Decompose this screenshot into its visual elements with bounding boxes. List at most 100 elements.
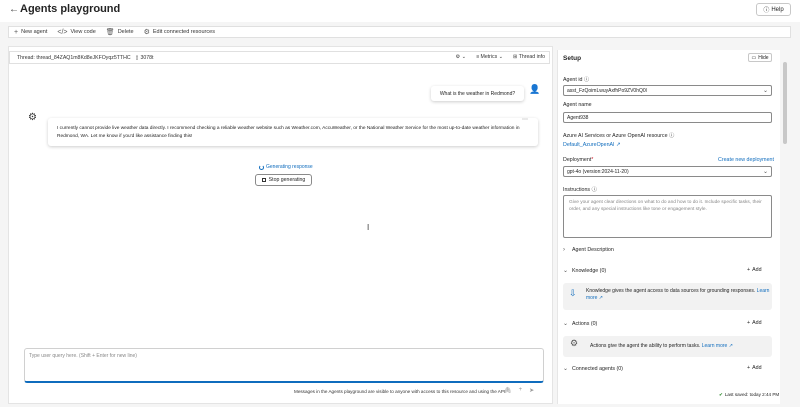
- actions-add-button[interactable]: + Add: [747, 320, 762, 326]
- agent-description-label: Agent Description: [572, 247, 614, 253]
- code-icon: </>: [57, 28, 68, 36]
- instructions-label-text: Instructions: [563, 187, 591, 193]
- agent-id-label: Agent id ⓘ: [563, 75, 589, 83]
- instructions-textarea[interactable]: Give your agent clear directions on what…: [563, 195, 772, 238]
- attach-icon[interactable]: 🖇: [504, 387, 512, 394]
- deployment-value: gpt-4o (version:2024-11-20): [567, 169, 629, 175]
- knowledge-section[interactable]: ⌄ Knowledge (0): [563, 267, 772, 275]
- token-icon: ▯: [135, 54, 139, 61]
- required-marker: *: [591, 157, 594, 163]
- create-deployment-link[interactable]: Create new deployment: [718, 157, 774, 163]
- stop-generating-button[interactable]: Stop generating: [255, 174, 312, 186]
- agent-message: I currently cannot provide live weather …: [48, 118, 538, 146]
- chevron-right-icon: ›: [563, 247, 565, 253]
- chat-input-placeholder: Type user query here. (Shift + Enter for…: [29, 353, 137, 359]
- visibility-footnote: Messages in the Agents playground are vi…: [294, 389, 507, 394]
- generating-label: Generating response: [266, 164, 313, 170]
- edit-resources-button[interactable]: ⚙ Edit connected resources: [144, 28, 215, 36]
- actions-label: Actions (0): [572, 320, 598, 327]
- delete-label: Delete: [117, 29, 134, 35]
- setup-title: Setup: [563, 55, 582, 62]
- agent-id-select[interactable]: asst_FzQoimLwuyAxfhPo9ZV0hQ0l ⌄: [563, 85, 772, 96]
- chevron-down-icon: ⌄: [563, 366, 569, 372]
- deployment-label-text: Deployment: [563, 157, 592, 163]
- hide-icon: ▭: [751, 54, 757, 61]
- hide-label: Hide: [758, 54, 769, 61]
- external-link-icon: ↗: [616, 142, 621, 148]
- help-button[interactable]: ⓘ Help: [756, 3, 791, 16]
- plus-icon: +: [14, 28, 19, 36]
- actions-learn-more-link[interactable]: Learn more ↗: [702, 343, 733, 349]
- add-label: Add: [752, 365, 762, 371]
- settings-dropdown[interactable]: ⚙ ⌄: [456, 54, 466, 60]
- mouse-cursor-icon: I: [367, 223, 370, 232]
- more-options-icon[interactable]: ⋯: [522, 116, 528, 123]
- knowledge-info: ⇩ Knowledge gives the agent access to da…: [563, 283, 772, 310]
- input-tools: 🖇 + ➤: [504, 387, 534, 394]
- user-message: What is the weather in Redmond?: [431, 86, 524, 101]
- view-code-button[interactable]: </> View code: [57, 29, 95, 36]
- actions-text: Actions give the agent the ability to pe…: [590, 343, 701, 349]
- thread-bar: Thread: thread_84ZAQ1m8Kd8eJKFOyqz5TTHC …: [9, 51, 550, 64]
- page-title: Agents playground: [20, 3, 121, 15]
- back-arrow-icon[interactable]: ←: [9, 4, 19, 15]
- knowledge-add-button[interactable]: + Add: [747, 267, 762, 273]
- token-count: ▯ 3078t: [136, 55, 154, 61]
- add-icon[interactable]: +: [519, 387, 523, 394]
- view-code-label: View code: [70, 29, 96, 35]
- deployment-select[interactable]: gpt-4o (version:2024-11-20) ⌄: [563, 166, 772, 177]
- info-icon[interactable]: ⓘ: [669, 133, 674, 139]
- learn-more-text: Learn more: [701, 343, 728, 349]
- deployment-label: Deployment*: [563, 157, 593, 163]
- knowledge-icon: ⇩: [569, 288, 577, 298]
- send-icon[interactable]: ➤: [529, 387, 534, 394]
- actions-section[interactable]: ⌄ Actions (0): [563, 320, 772, 328]
- info-icon[interactable]: ⓘ: [592, 187, 597, 193]
- agent-name-value: Agent938: [567, 115, 589, 121]
- settings-icon: ⚙: [143, 29, 150, 36]
- metrics-button[interactable]: ≡ Metrics ⌄: [476, 54, 503, 60]
- knowledge-text: Knowledge gives the agent access to data…: [586, 288, 756, 294]
- trash-icon: 🗑: [105, 29, 115, 36]
- scrollbar-thumb[interactable]: [783, 62, 787, 144]
- toolbar: + New agent </> View code 🗑 Delete ⚙ Edi…: [8, 26, 791, 38]
- thread-info-button[interactable]: ⊞ Thread info: [513, 54, 545, 60]
- token-value: 3078t: [140, 54, 154, 61]
- plus-icon: +: [747, 365, 751, 371]
- instructions-placeholder: Give your agent clear directions on what…: [569, 200, 762, 212]
- new-agent-label: New agent: [21, 29, 48, 35]
- thread-info-label: Thread info: [518, 54, 545, 60]
- user-message-text: What is the weather in Redmond?: [439, 90, 516, 97]
- add-label: Add: [752, 267, 762, 273]
- agent-id-label-text: Agent id: [563, 77, 583, 83]
- agent-id-value: asst_FzQoimLwuyAxfhPo9ZV0hQ0l: [567, 88, 647, 94]
- user-avatar-icon: 👤: [529, 84, 541, 94]
- agent-message-text: I currently cannot provide live weather …: [57, 126, 520, 139]
- agent-name-field[interactable]: Agent938: [563, 112, 772, 123]
- chevron-down-icon: ⌄: [563, 321, 569, 327]
- agent-avatar-icon: ⚙: [28, 112, 37, 123]
- azure-resource-link-text: Default_AzureOpenAI: [563, 142, 615, 148]
- thread-label: Thread: thread_84ZAQ1m8Kd8eJKFOyqz5TTHC: [17, 54, 131, 61]
- connected-agents-add-button[interactable]: + Add: [747, 365, 762, 371]
- agent-description-section[interactable]: › Agent Description: [563, 247, 772, 253]
- instructions-label: Instructions ⓘ: [563, 185, 597, 193]
- help-label: Help: [771, 6, 784, 13]
- spinner-icon: [259, 164, 264, 170]
- chat-input[interactable]: Type user query here. (Shift + Enter for…: [24, 348, 544, 383]
- stop-icon: [261, 178, 266, 182]
- new-agent-button[interactable]: + New agent: [14, 29, 47, 36]
- chevron-down-icon[interactable]: ⌄: [97, 6, 102, 13]
- chevron-down-icon: ⌄: [762, 169, 768, 175]
- help-icon: ⓘ: [763, 8, 770, 14]
- knowledge-label: Knowledge (0): [572, 267, 607, 274]
- info-icon[interactable]: ⓘ: [584, 77, 589, 83]
- edit-resources-label: Edit connected resources: [152, 29, 215, 35]
- top-bar: ← Agents playground ⌄ ⓘ Help: [0, 0, 800, 22]
- azure-resource-link[interactable]: Default_AzureOpenAI ↗: [563, 142, 620, 148]
- delete-button[interactable]: 🗑 Delete: [106, 28, 134, 36]
- connected-agents-section[interactable]: ⌄ Connected agents (0): [563, 365, 772, 373]
- agent-name-label: Agent name: [563, 102, 592, 108]
- hide-button[interactable]: ▭ Hide: [748, 53, 772, 62]
- connected-agents-label: Connected agents (0): [572, 365, 623, 372]
